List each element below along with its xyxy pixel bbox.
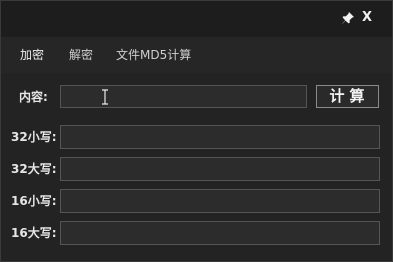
- tab-file-md5[interactable]: 文件MD5计算: [116, 37, 191, 73]
- tab-decrypt[interactable]: 解密: [69, 37, 93, 73]
- pin-icon[interactable]: [341, 11, 355, 25]
- tab-encrypt[interactable]: 加密: [20, 37, 44, 73]
- tab-bar: 加密 解密 文件MD5计算: [1, 37, 392, 73]
- md5-32-upper-field[interactable]: [60, 157, 380, 181]
- md5-32-lower-label: 32小写:: [11, 130, 57, 144]
- text-cursor-icon: [102, 89, 108, 105]
- md5-32-upper-label: 32大写:: [11, 162, 57, 176]
- md5-16-lower-field[interactable]: [60, 189, 380, 213]
- close-button[interactable]: X: [360, 11, 374, 25]
- md5-16-upper-field[interactable]: [60, 221, 380, 245]
- title-bar[interactable]: X: [1, 1, 392, 37]
- calculate-button[interactable]: 计算: [316, 85, 379, 108]
- content-input[interactable]: [60, 85, 307, 108]
- md5-tool-window: X 加密 解密 文件MD5计算 内容: 计算 32小写: 32大写: 16小写:…: [0, 0, 393, 262]
- md5-32-lower-field[interactable]: [60, 125, 380, 149]
- md5-16-lower-label: 16小写:: [11, 194, 57, 208]
- md5-16-upper-label: 16大写:: [11, 226, 57, 240]
- content-label: 内容:: [19, 90, 48, 104]
